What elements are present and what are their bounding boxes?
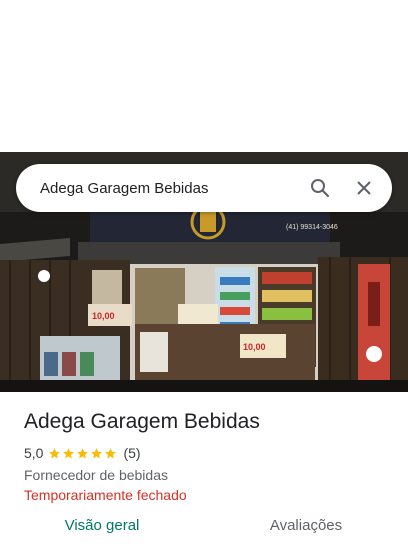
place-category[interactable]: Fornecedor de bebidas (24, 466, 384, 484)
tab-overview[interactable]: Visão geral (0, 516, 204, 544)
star-icon (49, 447, 61, 458)
place-info: Adega Garagem Bebidas 5,0 (5) Fornecedor… (24, 408, 384, 504)
rating-value: 5,0 (24, 445, 44, 461)
star-icon (91, 447, 103, 458)
place-title: Adega Garagem Bebidas (24, 410, 260, 433)
star-icon (63, 447, 75, 458)
clear-search-button[interactable] (342, 166, 386, 210)
banner-price-2: 10,00 (243, 342, 266, 352)
search-icon (311, 179, 330, 198)
banner-price: 10,00 (92, 311, 115, 321)
search-input[interactable]: Adega Garagem Bebidas (40, 180, 298, 197)
rating-row[interactable]: 5,0 (5) (24, 444, 384, 462)
status-closed: Temporariamente fechado (24, 487, 187, 503)
place-tabs: Visão geral Avaliações (0, 516, 408, 544)
sign-phone: (41) 99314-3046 (286, 224, 338, 231)
star-rating (48, 447, 118, 460)
search-bar[interactable]: Adega Garagem Bebidas (16, 164, 392, 212)
star-icon (77, 447, 89, 458)
review-count[interactable]: (5) (123, 445, 140, 461)
star-icon (105, 447, 117, 458)
close-icon (357, 181, 371, 195)
tab-reviews[interactable]: Avaliações (204, 516, 408, 544)
search-button[interactable] (298, 166, 342, 210)
